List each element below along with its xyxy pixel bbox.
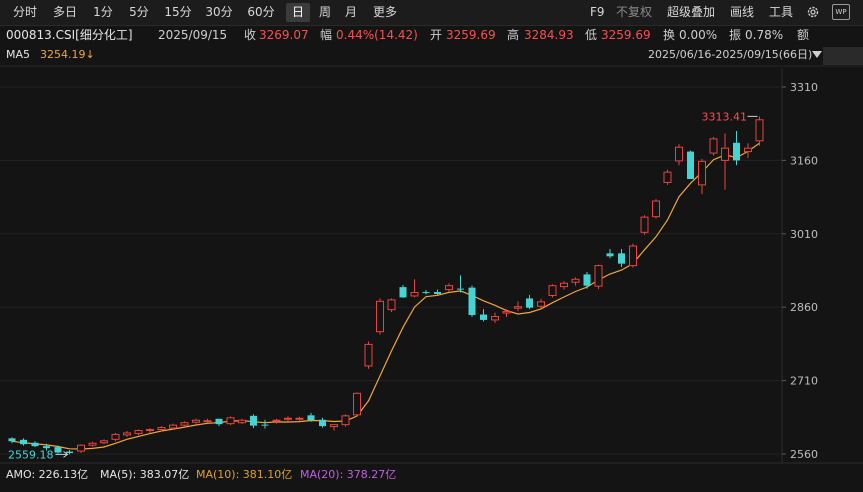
candle-body-down <box>54 447 62 453</box>
candle-body-up <box>353 392 361 416</box>
candle-body-up <box>146 429 154 432</box>
candle-body-up <box>123 432 131 436</box>
candle-body-up <box>514 306 522 309</box>
ma5-line-layer <box>11 142 760 450</box>
y-tick-label: 2710 <box>790 375 818 388</box>
candle-body-down <box>468 287 476 316</box>
candle-body-up <box>548 285 557 296</box>
candle-body-up <box>537 301 545 307</box>
candle-body-up <box>134 430 143 434</box>
candle-body-up <box>157 427 166 431</box>
candle-body-down <box>457 288 464 290</box>
ma5-line <box>11 142 760 450</box>
candle-body-up <box>376 300 384 333</box>
candle-body-up <box>502 311 511 314</box>
chart-grid <box>0 65 863 464</box>
candle-body-up <box>330 424 338 428</box>
candle-body-up <box>640 216 649 233</box>
candle-body-down <box>480 314 487 320</box>
candle-body-up <box>410 292 419 297</box>
candle-body-up <box>755 119 764 142</box>
candle-body-up <box>203 420 212 423</box>
candle-body-down <box>215 418 223 425</box>
vol-ma5: MA(5): 383.07亿 <box>100 468 190 481</box>
candle-body-up <box>445 285 453 291</box>
y-tick-label: 2860 <box>790 301 818 314</box>
candles-layer <box>8 116 764 455</box>
candle-body-down <box>526 298 533 308</box>
candle-body-up <box>180 422 189 426</box>
y-tick-label: 3010 <box>790 228 818 241</box>
y-tick-label: 3160 <box>790 154 818 167</box>
candle-body-up <box>744 147 752 153</box>
candle-body-up <box>709 138 718 154</box>
candle-body-up <box>721 147 729 161</box>
candle-body-down <box>422 292 430 294</box>
candle-body-up <box>594 265 603 287</box>
candle-body-up <box>272 419 281 422</box>
y-axis: 3310 3160 3010 2860 2710 2560 <box>782 81 818 461</box>
candle-body-down <box>399 287 407 298</box>
candle-body-up <box>560 282 568 288</box>
min-label: 2559.18 <box>8 448 54 461</box>
candle-body-down <box>583 274 591 286</box>
max-label: 3313.41 <box>702 110 748 123</box>
amo-value: AMO: 226.13亿 <box>6 468 89 481</box>
candle-body-up <box>571 278 580 283</box>
candle-body-down <box>250 415 257 426</box>
annotations-layer: 3313.41 2559.18 <box>8 110 758 461</box>
y-tick-label: 3310 <box>790 81 818 94</box>
candle-body-down <box>618 253 625 264</box>
candle-body-up <box>111 433 120 440</box>
candle-body-up <box>284 417 292 420</box>
candle-body-up <box>100 440 108 444</box>
candle-body-up <box>364 343 373 367</box>
candle-body-down <box>319 419 326 427</box>
candle-body-up <box>698 160 706 186</box>
candle-body-up <box>652 200 660 218</box>
candle-body-down <box>261 424 269 426</box>
candle-body-up <box>88 442 97 446</box>
vol-ma10: MA(10): 381.10亿 <box>196 468 293 481</box>
candle-body-up <box>663 171 672 183</box>
vol-ma20: MA(20): 378.27亿 <box>300 468 397 481</box>
candle-body-up <box>192 419 200 423</box>
candle-body-down <box>434 292 441 294</box>
volume-legend: AMO: 226.13亿 MA(5): 383.07亿 MA(10): 381.… <box>0 465 863 492</box>
candle-body-up <box>341 415 350 426</box>
candle-body-down <box>8 438 16 442</box>
candle-body-up <box>238 419 246 424</box>
candle-body-down <box>733 142 740 161</box>
candle-body-up <box>675 146 683 162</box>
candle-body-down <box>606 253 614 257</box>
candle-body-up <box>629 245 637 267</box>
candle-body-up <box>77 444 85 452</box>
candle-body-down <box>20 439 27 445</box>
candlestick-chart: 3310 3160 3010 2860 2710 2560 3313.41 2559.18 <box>0 65 863 464</box>
y-tick-label: 2560 <box>790 448 818 461</box>
candle-body-down <box>66 451 73 454</box>
candle-body-up <box>387 299 396 311</box>
candle-body-up <box>491 315 499 321</box>
candle-body-up <box>169 424 177 429</box>
candle-body-up <box>226 417 235 425</box>
candle-body-down <box>687 151 694 179</box>
candle-body-down <box>31 442 39 447</box>
candle-body-up <box>295 417 304 420</box>
candle-body-down <box>307 415 315 421</box>
